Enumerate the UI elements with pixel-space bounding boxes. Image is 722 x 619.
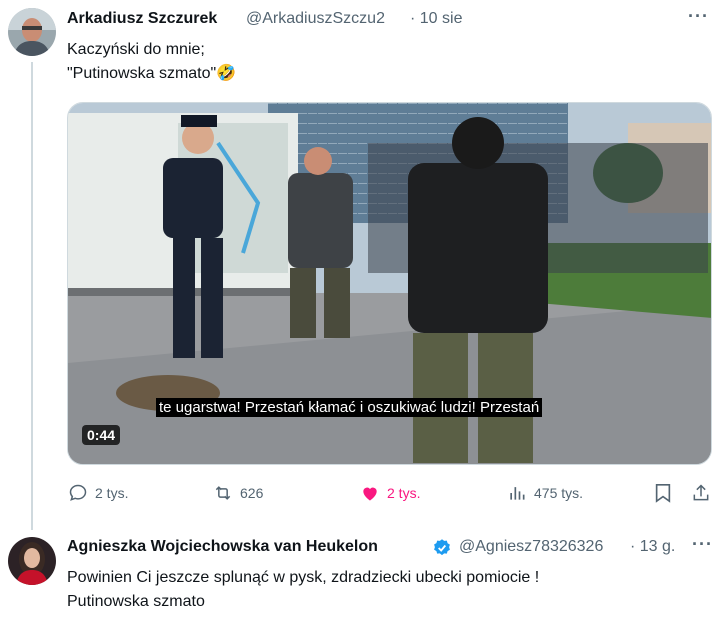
avatar[interactable] [8,8,56,56]
author-name[interactable]: Arkadiusz Szczurek [67,10,217,28]
video-caption: te ugarstwa! Przestań kłamać i oszukiwać… [156,398,543,417]
tweet-date[interactable]: · 10 sie [410,10,462,28]
repost-button[interactable]: 626 [212,482,263,504]
tweet-text-line: Putinowska szmato [67,593,205,610]
tweet-date[interactable]: · 13 g. [630,538,675,556]
like-count: 2 tys. [387,485,421,501]
views-button[interactable]: 475 tys. [506,482,583,504]
verified-badge-icon [432,538,452,558]
views-count: 475 tys. [534,485,584,501]
reply-icon [67,482,89,504]
bookmark-icon[interactable] [652,482,674,504]
share-icon[interactable] [690,482,712,504]
thread-line [31,62,33,530]
reply-button[interactable]: 2 tys. [67,482,128,504]
more-dots-icon[interactable]: ··· [692,534,713,555]
heart-icon [359,482,381,504]
author-handle[interactable]: @ArkadiuszSzczu2 [246,10,385,28]
more-dots-icon[interactable]: ··· [688,6,709,27]
tweet-text-line: Powinien Ci jeszcze splunąć w pysk, zdra… [67,569,540,586]
reply-count: 2 tys. [95,485,129,501]
like-button[interactable]: 2 tys. [359,482,420,504]
video-duration: 0:44 [82,425,121,445]
analytics-icon [506,482,528,504]
avatar[interactable] [8,537,56,585]
tweet-text-line: "Putinowska szmato"🤣 [67,65,237,82]
repost-icon [212,482,234,504]
tweet-text-line: Kaczyński do mnie; [67,41,205,58]
author-handle[interactable]: @Agniesz78326326 [459,538,627,556]
repost-count: 626 [240,485,264,501]
author-name[interactable]: Agnieszka Wojciechowska van Heukelon [67,538,378,556]
